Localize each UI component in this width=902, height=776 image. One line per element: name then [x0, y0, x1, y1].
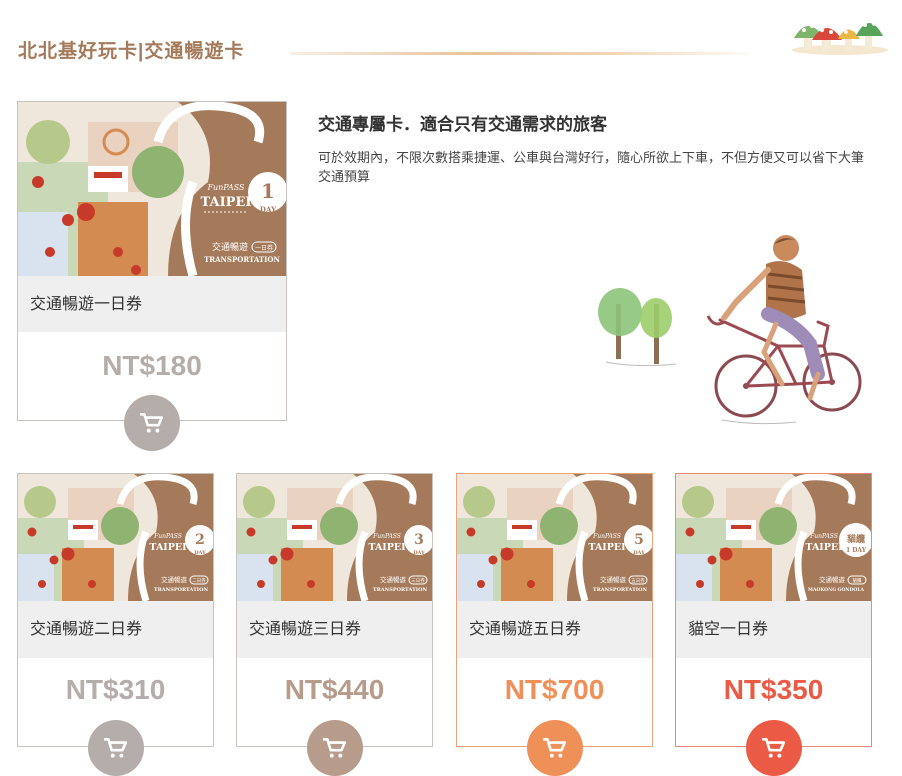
- caption-en: MAOKONG GONDOLA: [808, 587, 864, 593]
- brand-small: FunPASS: [809, 533, 838, 540]
- badge-unit: DAY: [633, 550, 645, 556]
- card-price: NT$350: [723, 674, 824, 705]
- card-price: NT$310: [65, 674, 166, 705]
- add-to-cart-button[interactable]: [124, 395, 180, 451]
- card-name: 貓空一日券: [688, 621, 769, 638]
- page-title: 北北基好玩卡|交通暢遊卡: [18, 41, 245, 62]
- badge-unit: DAY: [194, 550, 206, 556]
- card-price: NT$180: [102, 350, 202, 381]
- caption-en: TRANSPORTATION: [204, 255, 280, 264]
- cart-icon: [103, 738, 128, 758]
- brand-small: FunPASS: [592, 533, 621, 540]
- cart-icon: [542, 738, 567, 758]
- badge-unit: DAY: [260, 205, 277, 214]
- card-name-bar: 交通暢遊五日券: [457, 601, 652, 658]
- brand-big: TAIPEI: [805, 542, 843, 553]
- card-image: 3 DAY FunPASS TAIPEI 交通暢遊 三日券 TRANSPORTA…: [237, 474, 432, 601]
- badge-number: 1: [261, 179, 275, 203]
- badge-unit: DAY: [413, 550, 425, 556]
- card-image: 貓纜 1 DAY FunPASS TAIPEI 交通暢遊 貓纜 MAOKONG …: [676, 474, 871, 601]
- mushroom-decoration-icon: [792, 22, 888, 55]
- product-card[interactable]: 1 DAY FunPASS TAIPEI 交通暢遊 一日券 TRANSPORTA…: [17, 101, 287, 451]
- caption-tag: 五日券: [631, 577, 645, 584]
- brand-big: TAIPEI: [201, 195, 252, 210]
- brand-small: FunPASS: [206, 183, 245, 192]
- card-name-bar: 貓空一日券: [676, 601, 871, 658]
- add-to-cart-button[interactable]: [746, 720, 802, 776]
- brand-big: TAIPEI: [149, 542, 187, 553]
- add-to-cart-button[interactable]: [527, 720, 583, 776]
- card-image: 5 DAY FunPASS TAIPEI 交通暢遊 五日券 TRANSPORTA…: [457, 474, 652, 601]
- card-price: NT$700: [504, 674, 605, 705]
- caption-en: TRANSPORTATION: [593, 587, 648, 593]
- card-name: 交通暢遊二日券: [30, 621, 143, 638]
- caption-tag: 一日券: [255, 244, 273, 252]
- card-name: 交通暢遊三日券: [249, 621, 362, 638]
- card-name: 交通暢遊五日券: [469, 621, 582, 638]
- caption-cn: 交通暢遊: [600, 575, 627, 584]
- brand-big: TAIPEI: [368, 542, 406, 553]
- card-name-bar: 交通暢遊一日券: [18, 276, 286, 332]
- brand-big: TAIPEI: [588, 542, 626, 553]
- cart-icon: [322, 738, 347, 758]
- card-price: NT$440: [284, 674, 385, 705]
- badge-number: 貓纜: [847, 533, 865, 545]
- product-card[interactable]: 2 DAY FunPASS TAIPEI 交通暢遊 二日券 TRANSPORTA…: [17, 473, 214, 776]
- caption-tag: 三日券: [411, 577, 425, 584]
- card-image: 1 DAY FunPASS TAIPEI 交通暢遊 一日券 TRANSPORTA…: [18, 102, 286, 276]
- card-name: 交通暢遊一日券: [30, 296, 143, 313]
- badge-number: 3: [414, 532, 424, 548]
- brand-small: FunPASS: [372, 533, 401, 540]
- card-name-bar: 交通暢遊三日券: [237, 601, 432, 658]
- product-card[interactable]: 5 DAY FunPASS TAIPEI 交通暢遊 五日券 TRANSPORTA…: [456, 473, 653, 776]
- product-card[interactable]: 貓纜 1 DAY FunPASS TAIPEI 交通暢遊 貓纜 MAOKONG …: [675, 473, 872, 776]
- caption-tag: 貓纜: [853, 577, 862, 584]
- card-image: 2 DAY FunPASS TAIPEI 交通暢遊 二日券 TRANSPORTA…: [18, 474, 213, 601]
- caption-cn: 交通暢遊: [212, 241, 248, 253]
- caption-en: TRANSPORTATION: [373, 587, 428, 593]
- product-card[interactable]: 3 DAY FunPASS TAIPEI 交通暢遊 三日券 TRANSPORTA…: [236, 473, 433, 776]
- intro-title: 交通專屬卡．適合只有交通需求的旅客: [318, 115, 607, 134]
- header-divider: [290, 52, 750, 55]
- caption-cn: 交通暢遊: [161, 575, 188, 584]
- add-to-cart-button[interactable]: [307, 720, 363, 776]
- intro-description: 可於效期內，不限次數搭乘捷運、公車與台灣好行，隨心所欲上下車，不但方便又可以省下…: [318, 150, 865, 184]
- caption-cn: 交通暢遊: [819, 575, 846, 584]
- badge-number: 5: [634, 532, 644, 548]
- card-name-bar: 交通暢遊二日券: [18, 601, 213, 658]
- cart-icon: [761, 738, 786, 758]
- cyclist-illustration: [598, 235, 862, 425]
- caption-cn: 交通暢遊: [380, 575, 407, 584]
- cart-icon: [139, 413, 164, 433]
- brand-small: FunPASS: [153, 533, 182, 540]
- caption-en: TRANSPORTATION: [154, 587, 209, 593]
- add-to-cart-button[interactable]: [88, 720, 144, 776]
- badge-unit: 1 DAY: [846, 547, 867, 554]
- caption-tag: 二日券: [192, 577, 206, 584]
- badge-number: 2: [195, 532, 205, 548]
